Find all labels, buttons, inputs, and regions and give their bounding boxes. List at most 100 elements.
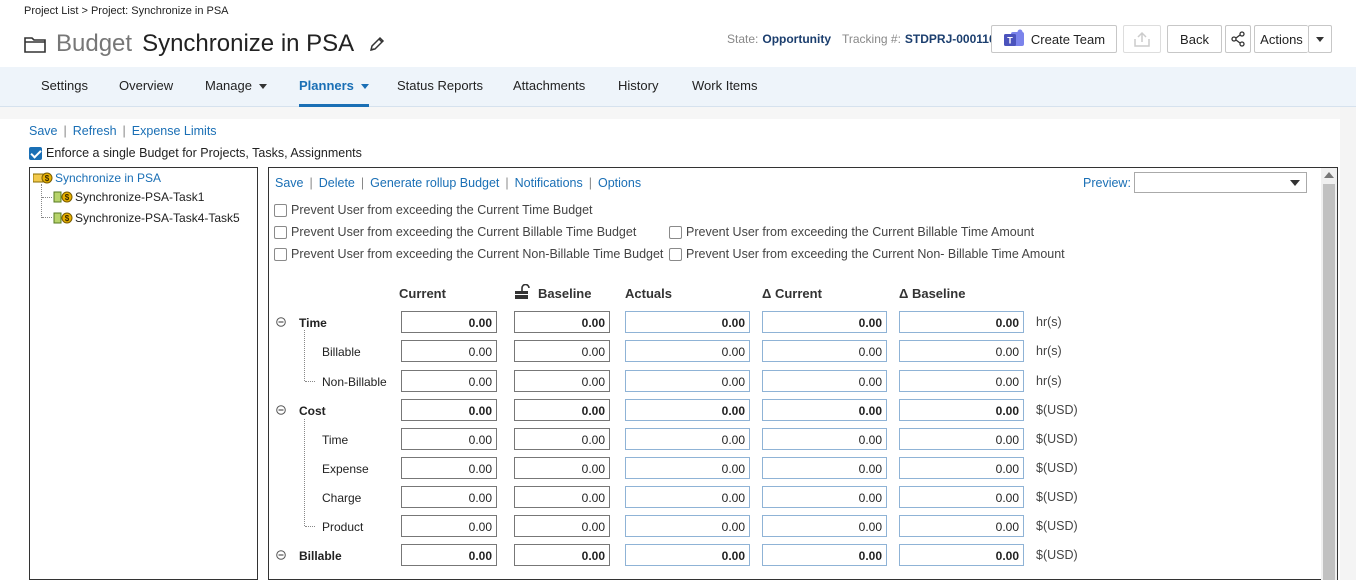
tab-settings[interactable]: Settings xyxy=(41,67,88,107)
actions-button[interactable]: Actions xyxy=(1254,25,1308,53)
budget-value-field: 0.00 xyxy=(762,544,887,566)
tab-attachments[interactable]: Attachments xyxy=(513,67,585,107)
refresh-link[interactable]: Refresh xyxy=(73,124,117,138)
budget-value-field: 0.00 xyxy=(762,311,887,333)
collapse-icon[interactable] xyxy=(276,405,286,415)
tab-status-reports[interactable]: Status Reports xyxy=(397,67,483,107)
breadcrumb[interactable]: Project List > Project: Synchronize in P… xyxy=(24,5,229,17)
budget-value-field[interactable]: 0.00 xyxy=(514,515,610,537)
tracking-meta: Tracking #: STDPRJ-000116 xyxy=(842,32,996,46)
column-header-baseline: Baseline xyxy=(538,286,592,301)
tab-history[interactable]: History xyxy=(618,67,658,107)
tab-manage[interactable]: Manage xyxy=(205,67,267,107)
save-link[interactable]: Save xyxy=(29,124,58,138)
tracking-label: Tracking #: xyxy=(842,32,901,46)
budget-value-field[interactable]: 0.00 xyxy=(514,370,610,392)
unit-label: $(USD) xyxy=(1036,461,1078,475)
prevent-nonbillable-time-amount-option[interactable]: Prevent User from exceeding the Current … xyxy=(669,247,1065,261)
tracking-value: STDPRJ-000116 xyxy=(904,32,996,46)
unit-label: $(USD) xyxy=(1036,548,1078,562)
prevent-nonbillable-time-budget-checkbox[interactable] xyxy=(274,247,287,261)
preview-select[interactable] xyxy=(1134,172,1307,193)
budget-value-field: 0.00 xyxy=(899,399,1024,421)
unit-label: hr(s) xyxy=(1036,315,1062,329)
prevent-billable-time-budget-checkbox[interactable] xyxy=(274,225,287,239)
enforce-budget-label: Enforce a single Budget for Projects, Ta… xyxy=(46,146,362,160)
budget-value-field: 0.00 xyxy=(899,428,1024,450)
svg-text:$: $ xyxy=(65,214,70,223)
prevent-billable-time-budget-option[interactable]: Prevent User from exceeding the Current … xyxy=(274,225,636,239)
prevent-time-budget-label: Prevent User from exceeding the Current … xyxy=(291,203,593,217)
back-button[interactable]: Back xyxy=(1167,25,1222,53)
budget-value-field: 0.00 xyxy=(899,544,1024,566)
budget-value-field[interactable]: 0.00 xyxy=(401,486,497,508)
tree-item-task4-task5[interactable]: $ Synchronize-PSA-Task4-Task5 xyxy=(53,211,240,225)
budget-value-field[interactable]: 0.00 xyxy=(401,340,497,362)
scrollbar-thumb[interactable] xyxy=(1323,184,1335,580)
budget-value-field[interactable]: 0.00 xyxy=(514,340,610,362)
share-export-button[interactable] xyxy=(1123,25,1161,53)
budget-value-field: 0.00 xyxy=(762,457,887,479)
generate-rollup-link[interactable]: Generate rollup Budget xyxy=(370,176,499,190)
chevron-down-icon xyxy=(258,84,267,90)
budget-value-field[interactable]: 0.00 xyxy=(401,515,497,537)
tree-item-root[interactable]: $ Synchronize in PSA xyxy=(33,171,161,185)
budget-value-field: 0.00 xyxy=(762,340,887,362)
budget-value-field[interactable]: 0.00 xyxy=(401,457,497,479)
budget-value-field[interactable]: 0.00 xyxy=(401,370,497,392)
page-title-row: Budget Synchronize in PSA xyxy=(24,26,386,62)
prevent-nonbillable-time-amount-label: Prevent User from exceeding the Current … xyxy=(686,247,1065,261)
prevent-billable-time-amount-option[interactable]: Prevent User from exceeding the Current … xyxy=(669,225,1034,239)
row-connector xyxy=(304,330,305,381)
delete-link[interactable]: Delete xyxy=(319,176,355,190)
edit-pencil-icon[interactable] xyxy=(368,35,386,53)
prevent-nonbillable-time-amount-checkbox[interactable] xyxy=(669,247,682,261)
column-header-actuals: Actuals xyxy=(625,286,672,301)
budget-value-field[interactable]: 0.00 xyxy=(514,457,610,479)
budget-value-field: 0.00 xyxy=(625,544,750,566)
actions-dropdown-button[interactable] xyxy=(1308,25,1332,53)
prevent-time-budget-option[interactable]: Prevent User from exceeding the Current … xyxy=(274,203,593,217)
enforce-budget-checkbox[interactable] xyxy=(29,146,42,160)
prevent-billable-time-amount-checkbox[interactable] xyxy=(669,225,682,239)
budget-value-field[interactable]: 0.00 xyxy=(514,311,610,333)
unlock-icon[interactable] xyxy=(514,284,532,300)
actions-label: Actions xyxy=(1260,31,1303,47)
tab-work-items[interactable]: Work Items xyxy=(692,67,758,107)
share-button[interactable] xyxy=(1225,25,1251,53)
upload-icon xyxy=(1134,31,1150,47)
budget-value-field[interactable]: 0.00 xyxy=(514,428,610,450)
options-link[interactable]: Options xyxy=(598,176,641,190)
panel-save-link[interactable]: Save xyxy=(275,176,304,190)
tree-item-root-label: Synchronize in PSA xyxy=(55,171,162,185)
scroll-up-arrow-icon[interactable] xyxy=(1324,172,1334,178)
budget-value-field[interactable]: 0.00 xyxy=(401,428,497,450)
column-header-delta-current: Δ Current xyxy=(762,286,822,301)
enforce-budget-option[interactable]: Enforce a single Budget for Projects, Ta… xyxy=(29,146,362,160)
notifications-link[interactable]: Notifications xyxy=(515,176,583,190)
row-label: Product xyxy=(322,520,364,534)
row-connector xyxy=(305,381,315,382)
collapse-icon[interactable] xyxy=(276,550,286,560)
expense-limits-link[interactable]: Expense Limits xyxy=(132,124,217,138)
task-budget-icon: $ xyxy=(53,212,73,224)
row-connector xyxy=(304,419,305,526)
budget-value-field[interactable]: 0.00 xyxy=(514,486,610,508)
budget-value-field[interactable]: 0.00 xyxy=(401,399,497,421)
page-title: Synchronize in PSA xyxy=(142,30,355,57)
tree-connector xyxy=(42,217,52,218)
tab-overview[interactable]: Overview xyxy=(119,67,173,107)
budget-value-field[interactable]: 0.00 xyxy=(514,399,610,421)
tab-planners[interactable]: Planners xyxy=(299,67,369,107)
chevron-down-icon xyxy=(360,84,369,90)
prevent-nonbillable-time-budget-option[interactable]: Prevent User from exceeding the Current … xyxy=(274,247,663,261)
create-team-button[interactable]: T Create Team xyxy=(991,25,1117,53)
tree-item-task1[interactable]: $ Synchronize-PSA-Task1 xyxy=(53,190,204,204)
prevent-time-budget-checkbox[interactable] xyxy=(274,203,287,217)
budget-value-field[interactable]: 0.00 xyxy=(401,311,497,333)
budget-value-field[interactable]: 0.00 xyxy=(401,544,497,566)
teams-icon: T xyxy=(1003,29,1024,46)
budget-value-field[interactable]: 0.00 xyxy=(514,544,610,566)
preview-label: Preview: xyxy=(1083,176,1131,190)
collapse-icon[interactable] xyxy=(276,317,286,327)
